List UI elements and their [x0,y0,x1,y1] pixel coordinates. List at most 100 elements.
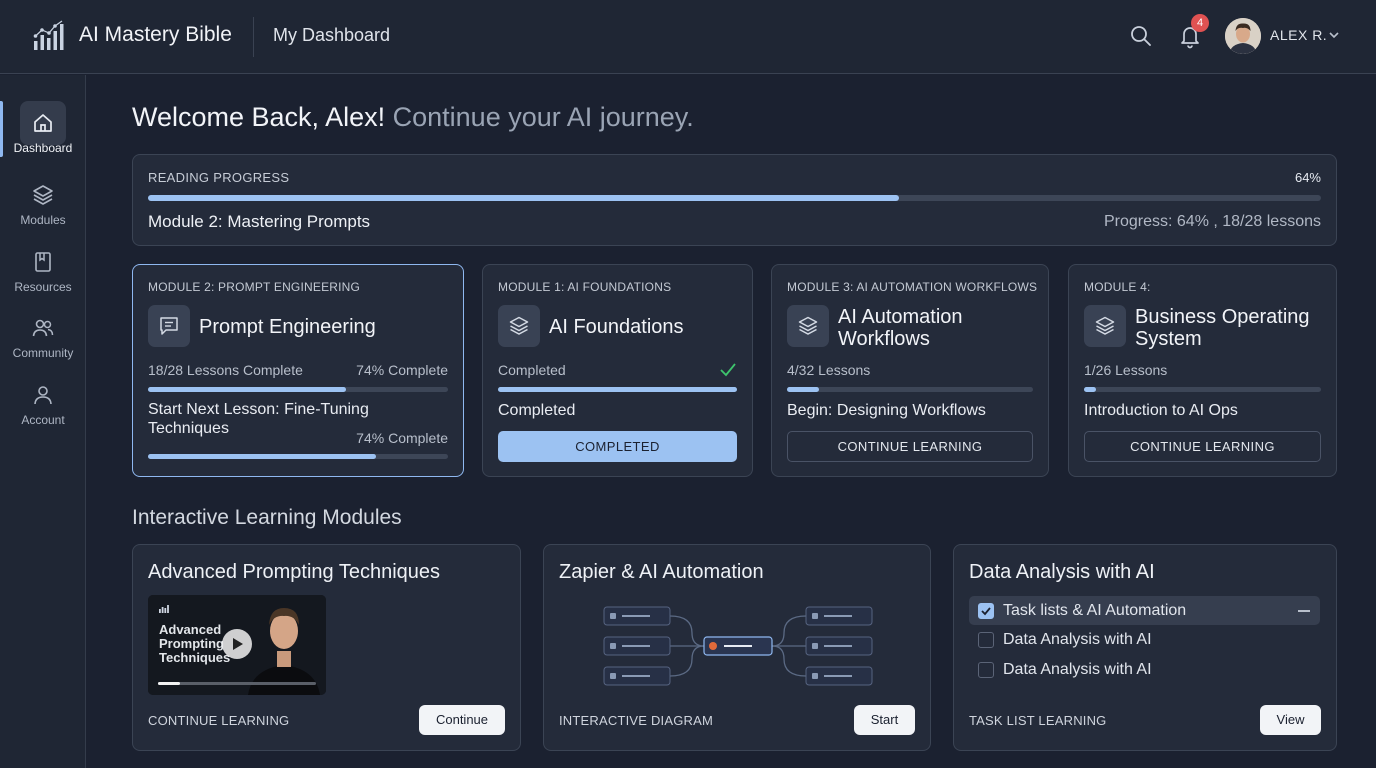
users-icon [32,319,54,337]
reading-progress-label: READING PROGRESS [148,170,290,185]
interactive-card-title: Data Analysis with AI [969,561,1155,583]
next-lesson-progress-bar [148,454,448,459]
welcome-heading: Welcome Back, Alex! Continue your AI jou… [132,102,694,133]
task-label: Data Analysis with AI [1003,661,1152,678]
search-icon[interactable] [1129,24,1153,48]
logo-chart-icon [33,20,64,50]
sidebar-item-label: Account [21,413,65,427]
module-label: MODULE 3: AI AUTOMATION WORKFLOWS [787,280,1038,294]
reading-progress-status: Progress: 64% , 18/28 lessons [1103,213,1321,230]
video-thumbnail[interactable]: Advanced Prompting Techniques [148,595,326,695]
module-percent: 74% Complete [356,362,448,378]
interactive-card-title: Advanced Prompting Techniques [148,561,441,583]
module-progress-fill [148,387,346,392]
module-card-ai-foundations[interactable]: MODULE 1: AI FOUNDATIONS AI Foundations … [482,264,753,477]
completed-button[interactable]: COMPLETED [498,431,737,462]
interactive-card-data-analysis: Data Analysis with AI Task lists & AI Au… [953,544,1337,751]
module-progress-fill [498,387,737,392]
start-button[interactable]: Start [854,705,915,735]
module-progress-bar [148,387,448,392]
module-progress-fill [1084,387,1096,392]
module-card-prompt-engineering[interactable]: MODULE 2: PROMPT ENGINEERING Prompt Engi… [132,264,464,477]
layers-icon [1095,316,1115,335]
reading-progress-percent: 64% [1294,170,1321,185]
sidebar: Dashboard Modules Resources Community Ac… [0,75,86,768]
collapse-icon[interactable] [1298,610,1310,612]
check-icon [981,607,991,616]
module-icon-box [498,305,540,347]
task-checkbox-checked[interactable] [978,603,994,619]
continue-learning-button[interactable]: CONTINUE LEARNING [787,431,1033,462]
module-next-lesson: Begin: Designing Workflows [787,402,986,419]
reading-progress-title: Module 2: Mastering Prompts [148,212,371,231]
chevron-down-icon[interactable] [1327,28,1341,42]
chat-icon [160,317,178,335]
top-bar: AI Mastery Bible My Dashboard 4 ALEX R. [0,0,1376,74]
module-progress-bar [1084,387,1321,392]
module-progress-bar [787,387,1033,392]
task-item[interactable]: Data Analysis with AI [969,655,1320,684]
task-label: Data Analysis with AI [1003,631,1152,648]
interactive-card-footer: CONTINUE LEARNING [148,713,290,728]
module-next-lesson: Introduction to AI Ops [1084,402,1238,419]
video-progress-bar[interactable] [158,682,316,685]
page-title: My Dashboard [273,25,391,45]
view-button[interactable]: View [1260,705,1321,735]
play-button[interactable] [222,629,252,659]
module-next-percent: 74% Complete [356,430,448,446]
continue-learning-button[interactable]: CONTINUE LEARNING [1084,431,1321,462]
welcome-subtitle: Continue your AI journey. [392,102,694,132]
user-name[interactable]: ALEX R. [1270,27,1327,43]
continue-button[interactable]: Continue [419,705,505,735]
interactive-card-zapier-automation: Zapier & AI Automation INTERACTIVE DIAGR… [543,544,931,751]
module-status: Completed [498,362,566,378]
task-item-selected[interactable]: Task lists & AI Automation [969,596,1320,625]
layers-icon [509,316,529,335]
module-title: Prompt Engineering [199,316,376,338]
sidebar-item-community[interactable]: Community [0,308,86,370]
module-icon-box [1084,305,1126,347]
home-icon [34,114,52,132]
welcome-greeting: Welcome Back, Alex! [132,102,386,132]
sidebar-item-account[interactable]: Account [0,375,86,437]
reading-progress-fill [148,195,899,201]
workflow-diagram[interactable] [602,603,874,689]
section-title: Interactive Learning Modules [132,506,402,529]
video-progress-fill [158,682,181,685]
sidebar-item-label: Community [12,346,74,360]
brand-name: AI Mastery Bible [79,23,232,46]
layers-icon [798,316,818,335]
sidebar-item-dashboard[interactable]: Dashboard [0,101,86,163]
module-card-ai-automation-workflows[interactable]: MODULE 3: AI AUTOMATION WORKFLOWS AI Aut… [771,264,1049,477]
module-progress-bar [498,387,737,392]
reading-progress-card: READING PROGRESS 64% Module 2: Mastering… [132,154,1337,246]
task-checkbox[interactable] [978,632,994,648]
task-checkbox[interactable] [978,662,994,678]
module-next-lesson: Completed [498,402,576,419]
sidebar-item-modules[interactable]: Modules [0,175,86,237]
avatar[interactable] [1225,18,1261,54]
interactive-card-footer: INTERACTIVE DIAGRAM [559,713,714,728]
module-title: AI Foundations [549,316,684,338]
module-lessons: 18/28 Lessons Complete [148,362,303,378]
user-icon [34,386,52,405]
module-label: MODULE 1: AI FOUNDATIONS [498,280,672,294]
book-icon [35,252,51,272]
module-next-lesson[interactable]: Start Next Lesson: Fine-Tuning Technique… [148,400,373,438]
module-label: MODULE 4: [1084,280,1151,294]
reading-progress-bar [148,195,1321,201]
module-title: Business Operating System [1135,306,1310,350]
module-title: AI Automation Workflows [838,306,963,350]
sidebar-item-resources[interactable]: Resources [0,242,86,304]
sidebar-item-label: Modules [20,213,66,227]
module-card-business-operating-system[interactable]: MODULE 4: Business Operating System 1/26… [1068,264,1337,477]
module-progress-fill [787,387,819,392]
module-lessons: 1/26 Lessons [1084,362,1168,378]
layers-icon [33,185,53,205]
module-icon-box [148,305,190,347]
module-lessons: 4/32 Lessons [787,362,871,378]
module-icon-box [787,305,829,347]
task-item[interactable]: Data Analysis with AI [969,625,1320,654]
sidebar-item-label: Resources [14,280,72,294]
avatar-portrait-icon [1225,18,1261,54]
